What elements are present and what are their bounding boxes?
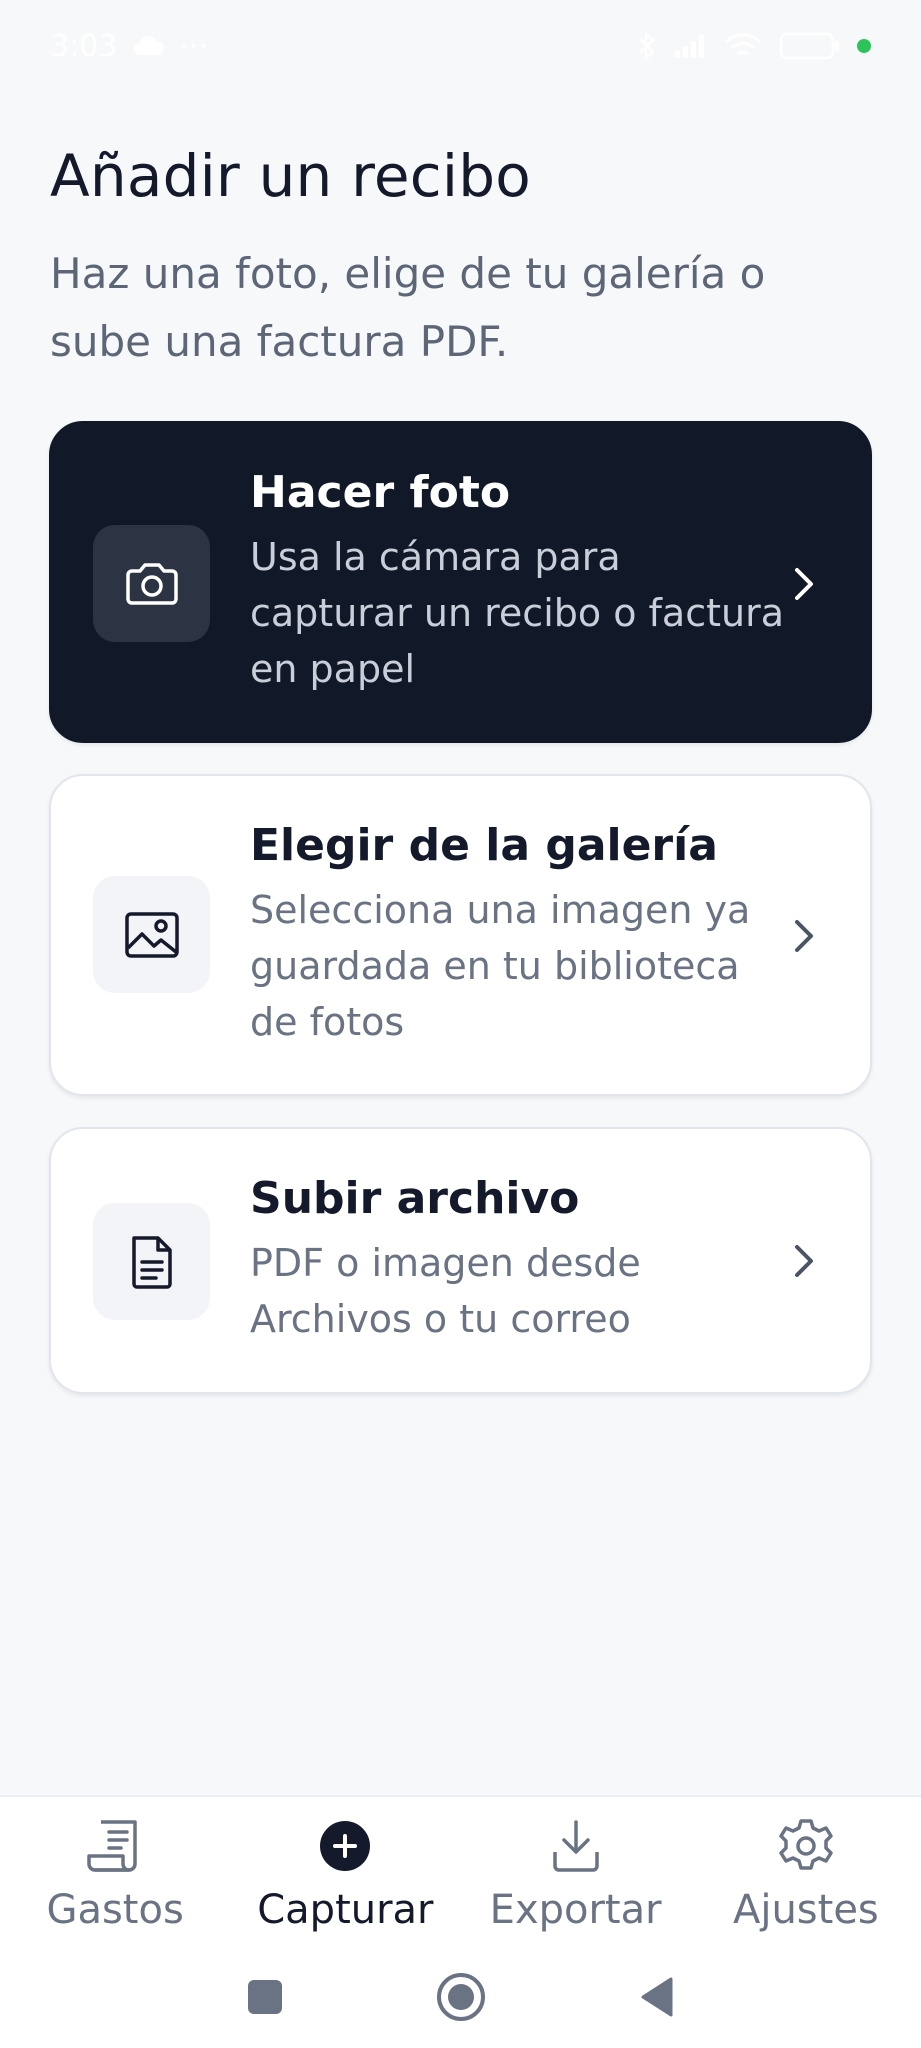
receipt-icon [87, 1820, 137, 1872]
document-icon [131, 1235, 172, 1289]
download-icon [552, 1820, 599, 1872]
image-icon [124, 911, 179, 958]
camera-icon-box [93, 525, 210, 642]
recents-button-icon[interactable] [245, 1977, 285, 2017]
bluetooth-icon [639, 31, 655, 61]
signal-icon [675, 35, 704, 58]
nav-icon-wrap [85, 1815, 145, 1877]
choose-gallery-description: Selecciona una imagen ya guardada en tu … [250, 888, 751, 1044]
gear-icon [779, 1819, 833, 1870]
document-icon-box [93, 1203, 210, 1320]
bottom-nav: Gastos Capturar Exportar Ajustes [0, 1795, 921, 1945]
screen: 3:03 ··· Añadir un recibo Haz una foto, … [0, 0, 921, 2048]
chevron-right-icon [795, 568, 813, 600]
status-right [637, 30, 871, 62]
take-photo-title: Hacer foto [250, 467, 511, 518]
nav-icon-wrap [551, 1815, 601, 1877]
status-indicator-dot [857, 39, 871, 53]
page-subtitle: Haz una foto, elige de tu galería o sube… [50, 249, 766, 366]
nav-item-gastos[interactable]: Gastos [0, 1797, 230, 1945]
nav-item-ajustes[interactable]: Ajustes [691, 1797, 921, 1945]
nav-label: Capturar [257, 1887, 434, 1933]
choose-gallery-text: Elegir de la galería Selecciona una imag… [250, 816, 790, 1050]
take-photo-text: Hacer foto Usa la cámara para capturar u… [250, 463, 790, 697]
nav-item-capturar[interactable]: Capturar [230, 1797, 460, 1945]
page-title: Añadir un recibo [50, 142, 531, 210]
wifi-icon [724, 33, 762, 56]
nav-label: Gastos [46, 1887, 184, 1933]
system-nav-bar [0, 1945, 921, 2048]
status-time: 3:03 [50, 28, 118, 64]
plus-circle-icon [320, 1821, 371, 1871]
nav-icon-wrap [777, 1815, 835, 1877]
chevron-right-icon [795, 1245, 813, 1277]
back-button-icon[interactable] [637, 1975, 677, 2019]
camera-icon [125, 562, 178, 605]
cloud-icon [134, 35, 165, 55]
take-photo-description: Usa la cámara para capturar un recibo o … [250, 535, 784, 691]
upload-file-description: PDF o imagen desde Archivos o tu correo [250, 1241, 641, 1341]
upload-file-card[interactable]: Subir archivo PDF o imagen desde Archivo… [49, 1127, 872, 1394]
choose-gallery-card[interactable]: Elegir de la galería Selecciona una imag… [49, 774, 872, 1096]
nav-label: Ajustes [732, 1887, 879, 1933]
image-icon-box [93, 876, 210, 993]
upload-file-title: Subir archivo [250, 1173, 580, 1224]
take-photo-card[interactable]: Hacer foto Usa la cámara para capturar u… [49, 421, 872, 743]
choose-gallery-title: Elegir de la galería [250, 820, 718, 871]
chevron-right-icon [795, 920, 813, 952]
status-more: ··· [179, 28, 208, 64]
upload-file-text: Subir archivo PDF o imagen desde Archivo… [250, 1169, 790, 1347]
nav-label: Exportar [489, 1887, 662, 1933]
status-bar: 3:03 ··· [0, 0, 921, 92]
battery-icon [779, 32, 839, 60]
nav-icon-wrap [318, 1815, 372, 1877]
status-left: 3:03 ··· [50, 29, 208, 64]
home-button-icon[interactable] [435, 1971, 487, 2023]
nav-item-exportar[interactable]: Exportar [461, 1797, 691, 1945]
